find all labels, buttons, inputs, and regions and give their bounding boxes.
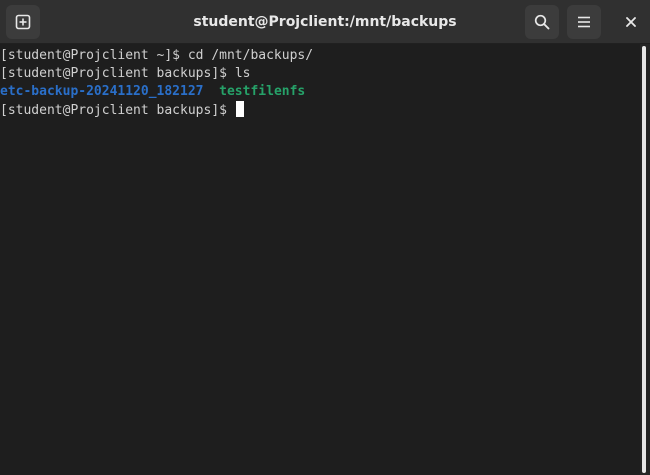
close-button[interactable]	[619, 10, 643, 34]
shell-command: ls	[234, 66, 251, 81]
directory-entry-testfilenfs: testfilenfs	[219, 84, 306, 99]
vertical-scrollbar[interactable]	[640, 44, 650, 475]
terminal-output[interactable]: [student@Projclient ~]$ cd /mnt/backups/…	[0, 44, 640, 475]
terminal-window: student@Projclient:/mnt/backups [student…	[0, 0, 650, 475]
hamburger-menu-icon	[578, 16, 590, 28]
search-button[interactable]	[525, 5, 559, 39]
shell-command: cd /mnt/backups/	[187, 48, 314, 63]
column-gap	[204, 84, 220, 99]
ls-output-line: etc-backup-20241120_182127 testfilenfs	[0, 83, 640, 101]
window-title: student@Projclient:/mnt/backups	[193, 14, 457, 30]
close-icon	[626, 17, 636, 27]
shell-prompt: [student@Projclient backups]$	[0, 66, 235, 81]
terminal-line: [student@Projclient backups]$ ls	[0, 65, 640, 83]
new-tab-button[interactable]	[6, 5, 40, 39]
text-cursor	[235, 101, 244, 117]
search-icon	[534, 14, 550, 30]
header-bar: student@Projclient:/mnt/backups	[0, 0, 650, 44]
scrollbar-thumb[interactable]	[642, 46, 646, 473]
new-tab-icon	[15, 14, 31, 30]
directory-entry-etc-backup: etc-backup-20241120_182127	[0, 84, 204, 99]
shell-prompt: [student@Projclient ~]$	[0, 48, 188, 63]
terminal-line: [student@Projclient backups]$	[0, 101, 640, 119]
main-menu-button[interactable]	[567, 5, 601, 39]
terminal-line: [student@Projclient ~]$ cd /mnt/backups/	[0, 47, 640, 65]
shell-prompt: [student@Projclient backups]$	[0, 103, 235, 118]
